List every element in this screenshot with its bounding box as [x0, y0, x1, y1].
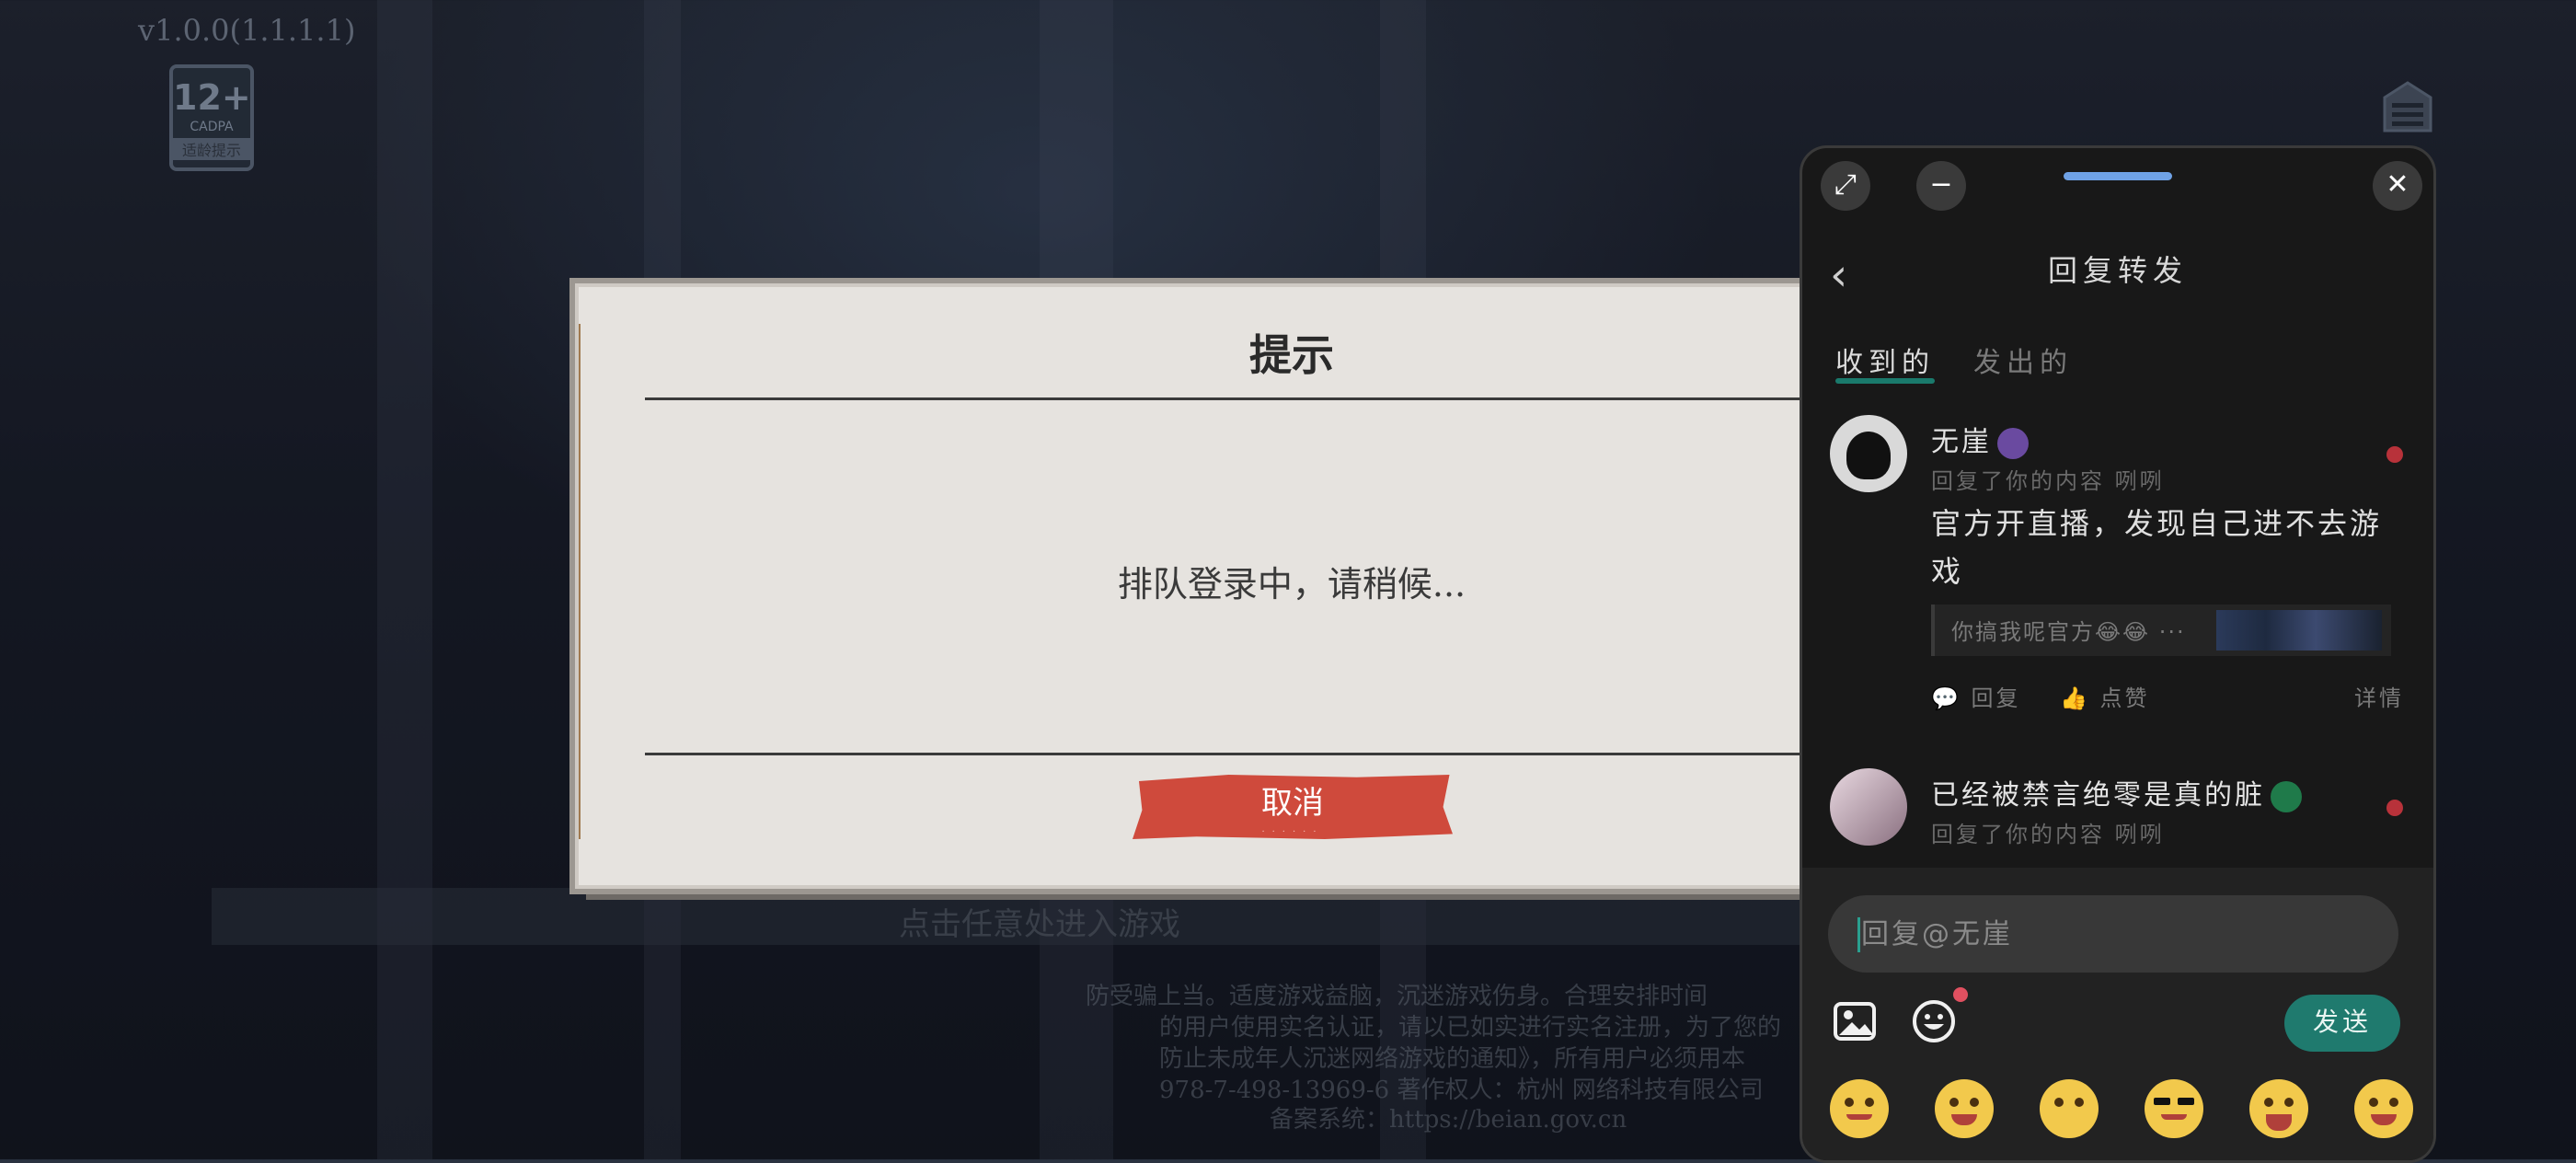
age-rating-org: CADPA: [190, 120, 234, 134]
text-caret: [1857, 917, 1860, 952]
prompt-dialog: 提示 排队登录中，请稍候... 取消 ······: [575, 283, 1843, 889]
user-badge-icon: [2271, 780, 2302, 812]
age-rating-tip: 适龄提示: [173, 138, 250, 160]
message-sub: 回复了你的内容 咧咧: [1931, 468, 2165, 494]
reply-panel: ⤢ − ✕ ‹ 回复转发 收到的 发出的 无崖 回复了你的内容 咧咧 官方开直播…: [1800, 145, 2436, 1163]
minimize-icon[interactable]: −: [1916, 161, 1966, 211]
age-rating-number: 12+: [173, 77, 251, 118]
expand-icon[interactable]: ⤢: [1821, 161, 1870, 211]
user-badge-icon: [1997, 427, 2029, 459]
cancel-label: 取消: [1261, 785, 1324, 822]
drag-handle[interactable]: [2064, 172, 2172, 180]
tab-received[interactable]: 收到的: [1835, 340, 1935, 384]
dialog-message: 排队登录中，请稍候...: [1117, 564, 1466, 605]
cancel-button[interactable]: 取消 ······: [1133, 775, 1453, 839]
unread-dot: [2386, 446, 2403, 463]
notification-dot: [1953, 987, 1968, 1002]
version-label: v1.0.0(1.1.1.1): [138, 13, 356, 48]
dialog-divider: [645, 397, 1839, 400]
dialog-title: 提示: [1249, 330, 1334, 380]
quote-text: 你搞我呢官方😂😂 ···: [1951, 619, 2186, 645]
send-button[interactable]: 发送: [2284, 995, 2400, 1052]
image-icon[interactable]: [1830, 996, 1880, 1046]
reply-input-area: 发送: [1802, 868, 2433, 1160]
reply-input[interactable]: [1828, 895, 2398, 973]
detail-link[interactable]: 详情: [2354, 680, 2404, 712]
age-rating-badge[interactable]: 12+ CADPA 适龄提示: [169, 64, 254, 171]
avatar[interactable]: [1830, 768, 1907, 846]
footer-line: 防止未成年人沉迷网络游戏的通知》，所有用户必须用本: [1159, 1045, 1746, 1073]
message-username: 无崖: [1931, 419, 2029, 459]
tab-sent[interactable]: 发出的: [1973, 340, 2073, 380]
peek-emoji-icon[interactable]: [2040, 1079, 2099, 1138]
message-username: 已经被禁言绝零是真的脏: [1931, 772, 2302, 812]
footer-line: 备案系统：https://beian.gov.cn: [1270, 1106, 1627, 1134]
like-action[interactable]: 👍 点赞: [2060, 680, 2150, 712]
emoji-picker-icon[interactable]: [1909, 996, 1959, 1046]
list-item[interactable]: 无崖 回复了你的内容 咧咧 官方开直播，发现自己进不去游戏 你搞我呢官方😂😂 ·…: [1802, 415, 2433, 746]
joy-emoji-icon[interactable]: [2354, 1079, 2413, 1138]
message-sub: 回复了你的内容 咧咧: [1931, 822, 2165, 847]
cool-emoji-icon[interactable]: [2145, 1079, 2203, 1138]
footer-line: 的用户使用实名认证，请以已如实进行实名注册，为了您的: [1159, 1014, 1782, 1042]
announcement-icon[interactable]: [2379, 77, 2436, 134]
dialog-divider: [645, 753, 1839, 755]
smirk-emoji-icon[interactable]: [1830, 1079, 1889, 1138]
enter-game-band[interactable]: 点击任意处进入游戏: [212, 888, 1868, 945]
quote-thumbnails: [2216, 610, 2382, 651]
footer-line: 防受骗上当。适度游戏益脑，沉迷游戏伤身。合理安排时间: [1086, 983, 1708, 1010]
unread-dot: [2386, 800, 2403, 816]
grin-emoji-icon[interactable]: [2249, 1079, 2308, 1138]
reply-action[interactable]: 💬 回复: [1931, 680, 2021, 712]
quoted-post[interactable]: 你搞我呢官方😂😂 ···: [1931, 605, 2391, 656]
panel-title: 回复转发: [2047, 253, 2188, 288]
avatar[interactable]: [1830, 415, 1907, 492]
list-item[interactable]: 已经被禁言绝零是真的脏 回复了你的内容 咧咧: [1802, 768, 2433, 869]
close-icon[interactable]: ✕: [2373, 161, 2422, 211]
love-emoji-icon[interactable]: [1935, 1079, 1994, 1138]
